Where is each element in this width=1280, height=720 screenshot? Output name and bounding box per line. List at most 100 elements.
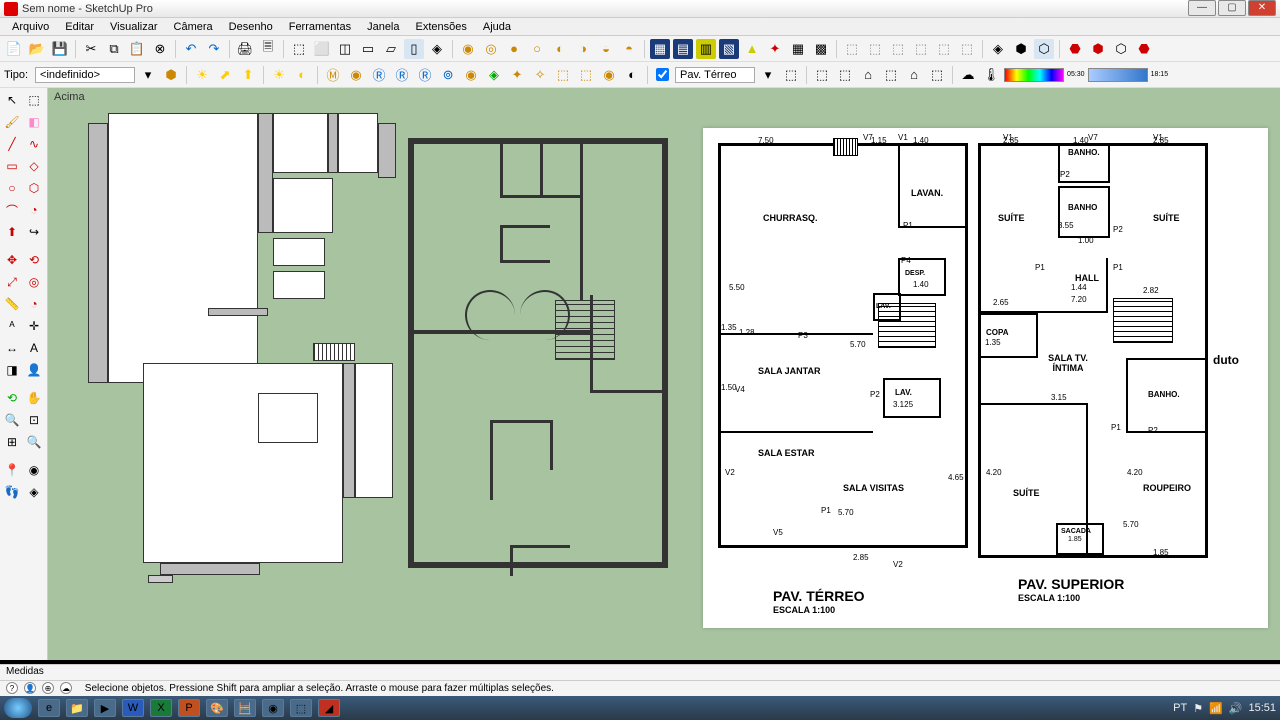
style4-icon[interactable]: ○ [527, 39, 547, 59]
plugin6-icon[interactable]: ⬡ [1111, 39, 1131, 59]
zoomwin-icon[interactable]: ⊡ [24, 410, 44, 430]
viewport[interactable]: Acima [48, 88, 1280, 660]
shadow2-icon[interactable]: ⬈ [215, 65, 235, 85]
pie-icon[interactable]: ◔ [24, 200, 44, 220]
nav7-icon[interactable]: ◉ [461, 65, 481, 85]
tape-icon[interactable]: 📏 [2, 294, 22, 314]
delete-icon[interactable]: ⊗ [150, 39, 170, 59]
shadow4-icon[interactable]: ☀ [269, 65, 289, 85]
comp1-icon[interactable]: ⬚ [842, 39, 862, 59]
face5-icon[interactable]: ▲ [742, 39, 762, 59]
face6-icon[interactable]: ✦ [765, 39, 785, 59]
arc-icon[interactable]: ⌒ [2, 200, 22, 220]
menu-ajuda[interactable]: Ajuda [475, 19, 519, 35]
walk2-icon[interactable]: 👣 [2, 482, 22, 502]
ware1-icon[interactable]: ⬚ [812, 65, 832, 85]
menu-desenho[interactable]: Desenho [221, 19, 281, 35]
right-icon[interactable]: ▭ [358, 39, 378, 59]
wireframe-icon[interactable]: ◈ [427, 39, 447, 59]
task-word-icon[interactable]: W [122, 699, 144, 717]
axes-icon[interactable]: ✛ [24, 316, 44, 336]
task-wmp-icon[interactable]: ▶ [94, 699, 116, 717]
menu-visualizar[interactable]: Visualizar [102, 19, 166, 35]
zoom-icon[interactable]: 🔍 [2, 410, 22, 430]
face4-icon[interactable]: ▧ [719, 39, 739, 59]
section-icon[interactable]: ◨ [2, 360, 22, 380]
redo-icon[interactable]: ↷ [204, 39, 224, 59]
tray-vol-icon[interactable]: 🔊 [1229, 702, 1243, 715]
palette-icon[interactable]: ▦ [788, 39, 808, 59]
offset-icon[interactable]: ◎ [24, 272, 44, 292]
plugin3-icon[interactable]: ⬡ [1034, 39, 1054, 59]
layer-input[interactable] [675, 67, 755, 83]
sun2-icon[interactable]: 🌡 [981, 65, 1001, 85]
nav14-icon[interactable]: ◐ [622, 65, 642, 85]
layer-mgr-icon[interactable]: ⬚ [781, 65, 801, 85]
front-icon[interactable]: ◫ [335, 39, 355, 59]
status-cloud-icon[interactable]: ☁ [60, 682, 72, 694]
save-icon[interactable]: 💾 [50, 39, 70, 59]
ware2-icon[interactable]: ⬚ [835, 65, 855, 85]
task-sketchup-icon[interactable]: ◢ [318, 699, 340, 717]
plugin4-icon[interactable]: ⬣ [1065, 39, 1085, 59]
plugin5-icon[interactable]: ⬢ [1088, 39, 1108, 59]
task-ppt-icon[interactable]: P [178, 699, 200, 717]
eraser-icon[interactable]: ◧ [24, 112, 44, 132]
task-explorer-icon[interactable]: 📁 [66, 699, 88, 717]
zoomext-icon[interactable]: ⊞ [2, 432, 22, 452]
face2-icon[interactable]: ▤ [673, 39, 693, 59]
pan-icon[interactable]: ✋ [24, 388, 44, 408]
task-chrome-icon[interactable]: ◉ [262, 699, 284, 717]
window-close-button[interactable]: ✕ [1248, 0, 1276, 16]
task-calc-icon[interactable]: 🧮 [234, 699, 256, 717]
comp2-icon[interactable]: ⬚ [865, 39, 885, 59]
style5-icon[interactable]: ◐ [550, 39, 570, 59]
model-info-icon[interactable]: 🗏 [258, 39, 278, 59]
shadow5-icon[interactable]: ◐ [292, 65, 312, 85]
cut-icon[interactable]: ✂ [81, 39, 101, 59]
task-app-icon[interactable]: ⬚ [290, 699, 312, 717]
tray-net-icon[interactable]: 📶 [1209, 702, 1223, 715]
polygon-icon[interactable]: ⬡ [24, 178, 44, 198]
menu-editar[interactable]: Editar [57, 19, 102, 35]
tray-lang[interactable]: PT [1173, 702, 1187, 714]
nav9-icon[interactable]: ✦ [507, 65, 527, 85]
status-user-icon[interactable]: 👤 [24, 682, 36, 694]
palette2-icon[interactable]: ▩ [811, 39, 831, 59]
type-dropdown-icon[interactable]: ▾ [138, 65, 158, 85]
shadow3-icon[interactable]: ⬆ [238, 65, 258, 85]
top-icon[interactable]: ⬜ [312, 39, 332, 59]
plugin2-icon[interactable]: ⬢ [1011, 39, 1031, 59]
protractor-icon[interactable]: ◔ [24, 294, 44, 314]
comp5-icon[interactable]: ⬚ [934, 39, 954, 59]
copy-icon[interactable]: ⧉ [104, 39, 124, 59]
undo-icon[interactable]: ↶ [181, 39, 201, 59]
back-icon[interactable]: ▱ [381, 39, 401, 59]
rectangle-icon[interactable]: ▭ [2, 156, 22, 176]
style6-icon[interactable]: ◑ [573, 39, 593, 59]
open-icon[interactable]: 📂 [27, 39, 47, 59]
face1-icon[interactable]: ▦ [650, 39, 670, 59]
menu-extensoes[interactable]: Extensões [408, 19, 475, 35]
freehand-icon[interactable]: ∿ [24, 134, 44, 154]
menu-camera[interactable]: Câmera [166, 19, 221, 35]
menu-ferramentas[interactable]: Ferramentas [281, 19, 359, 35]
task-excel-icon[interactable]: X [150, 699, 172, 717]
look-icon[interactable]: ◉ [24, 460, 44, 480]
paste-icon[interactable]: 📋 [127, 39, 147, 59]
left-icon[interactable]: ▯ [404, 39, 424, 59]
dimension-icon[interactable]: ↔ [2, 338, 22, 358]
pushpull-icon[interactable]: ⬆ [2, 222, 22, 242]
follow-icon[interactable]: ↪ [24, 222, 44, 242]
tray-clock[interactable]: 15:51 [1248, 702, 1276, 714]
time-gradient[interactable] [1088, 68, 1148, 82]
walk-icon[interactable]: 👤 [24, 360, 44, 380]
nav3-icon[interactable]: Ⓡ [369, 65, 389, 85]
comp6-icon[interactable]: ⬚ [957, 39, 977, 59]
3dtext-icon[interactable]: A [24, 338, 44, 358]
type-input[interactable] [35, 67, 135, 83]
position-icon[interactable]: 📍 [2, 460, 22, 480]
task-ie-icon[interactable]: e [38, 699, 60, 717]
type-btn-icon[interactable]: ⬢ [161, 65, 181, 85]
rotate-icon[interactable]: ⟲ [24, 250, 44, 270]
